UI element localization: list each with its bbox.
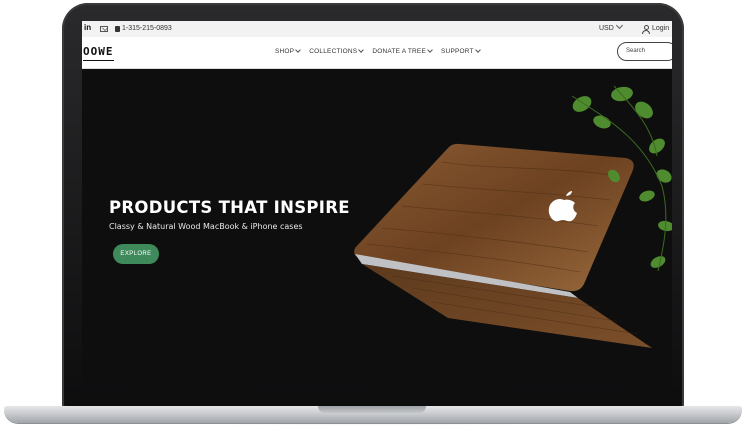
wooden-macbook-image [354, 85, 672, 348]
chevron-down-icon [427, 47, 433, 53]
nav-item-shop[interactable]: SHOP [275, 47, 302, 55]
mail-icon[interactable] [100, 26, 108, 32]
chevron-down-icon [474, 47, 481, 53]
laptop-notch [318, 406, 426, 413]
hero-title: PRODUCTS THAT INSPIRE [109, 198, 350, 217]
search-input[interactable]: Search [617, 42, 672, 61]
main-nav: OOWE SHOP COLLECTIONS DONATE A TREE SUPP… [82, 37, 672, 69]
chevron-down-icon [358, 47, 365, 53]
phone-icon [115, 26, 120, 32]
nav-item-donate-a-tree[interactable]: DONATE A TREE [372, 47, 433, 55]
explore-button[interactable]: EXPLORE [113, 244, 159, 264]
currency-selector[interactable]: USD [599, 21, 623, 32]
nav-item-collections[interactable]: COLLECTIONS [309, 47, 365, 55]
nav-item-label: SUPPORT [441, 48, 474, 55]
search-placeholder: Search [626, 48, 646, 54]
nav-item-label: SHOP [275, 48, 295, 55]
currency-label: USD [599, 25, 614, 32]
chevron-down-icon [295, 47, 302, 53]
user-icon[interactable] [642, 25, 650, 34]
hero-subtitle: Classy & Natural Wood MacBook & iPhone c… [109, 222, 303, 231]
nav-menu: SHOP COLLECTIONS DONATE A TREE SUPPORT [275, 47, 487, 55]
linkedin-icon[interactable]: in [84, 23, 91, 32]
nav-item-label: DONATE A TREE [372, 48, 426, 55]
brand-logo[interactable]: OOWE [83, 45, 114, 61]
nav-item-label: COLLECTIONS [309, 48, 358, 55]
chevron-down-icon [615, 21, 623, 30]
phone-number[interactable]: 1-315-215-0893 [122, 25, 172, 32]
nav-item-support[interactable]: SUPPORT [441, 47, 481, 55]
utility-bar: in 1-315-215-0893 USD Login [82, 21, 672, 37]
laptop-screen: in 1-315-215-0893 USD Login OOWE SHOP CO… [82, 21, 672, 387]
login-link[interactable]: Login [652, 25, 669, 32]
